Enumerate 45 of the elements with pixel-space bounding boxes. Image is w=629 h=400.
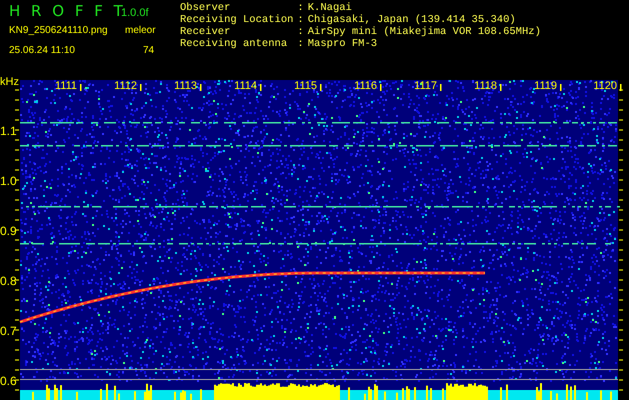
y-tick-label: 1.1	[0, 124, 17, 138]
x-tick-mark	[380, 84, 382, 91]
x-tick-mark	[260, 84, 262, 91]
file-name: KN9_2506241110.png	[9, 24, 109, 38]
app-title: H R O F F T	[9, 2, 121, 20]
info-label: Receiver	[180, 26, 232, 38]
y-tick-label: 0.7	[0, 324, 17, 338]
y-tick-label: 0.9	[0, 224, 17, 238]
info-separator: :	[297, 26, 304, 38]
x-tick-mark	[440, 84, 442, 91]
info-value: AirSpy mini (Miakejima VOR 108.65MHz)	[308, 26, 541, 38]
x-tick-mark	[140, 84, 142, 91]
x-tick-label: 1115	[294, 80, 317, 92]
x-tick-label: 1114	[234, 80, 257, 92]
y-tick-label: 1.0	[0, 174, 17, 188]
x-tick-label: 1112	[114, 80, 137, 92]
x-tick-label: 1119	[534, 80, 557, 92]
y-tick-label: 0.8	[0, 274, 17, 288]
info-label: Receiving Location	[180, 14, 294, 26]
detection-count: 74	[143, 44, 154, 58]
y-tick-label: 0.6	[0, 374, 17, 388]
info-separator: :	[297, 2, 304, 14]
info-label: Receiving antenna	[180, 38, 288, 50]
x-tick-mark	[620, 84, 622, 91]
x-tick-label: 1120	[593, 80, 617, 92]
info-separator: :	[297, 38, 304, 50]
x-tick-mark	[320, 84, 322, 91]
info-value: Chigasaki, Japan (139.414 35.340)	[308, 14, 517, 26]
x-tick-mark	[560, 84, 562, 91]
x-tick-mark	[80, 84, 82, 91]
x-tick-label: 1111	[54, 80, 77, 92]
info-value: Maspro FM-3	[308, 38, 378, 50]
info-value: K.Nagai	[308, 2, 353, 14]
x-tick-label: 1116	[354, 80, 377, 92]
x-tick-label: 1113	[174, 80, 197, 92]
info-separator: :	[297, 14, 304, 26]
timestamp: 25.06.24 11:10	[9, 44, 76, 58]
detection-label: meleor	[125, 24, 156, 38]
info-label: Observer	[180, 2, 232, 14]
x-tick-mark	[200, 84, 202, 91]
x-tick-mark	[500, 84, 502, 91]
version-label: 1.0.0f	[121, 7, 149, 19]
x-tick-label: 1118	[474, 80, 497, 92]
x-tick-label: 1117	[414, 80, 437, 92]
axis-unit: kHz	[0, 76, 19, 88]
